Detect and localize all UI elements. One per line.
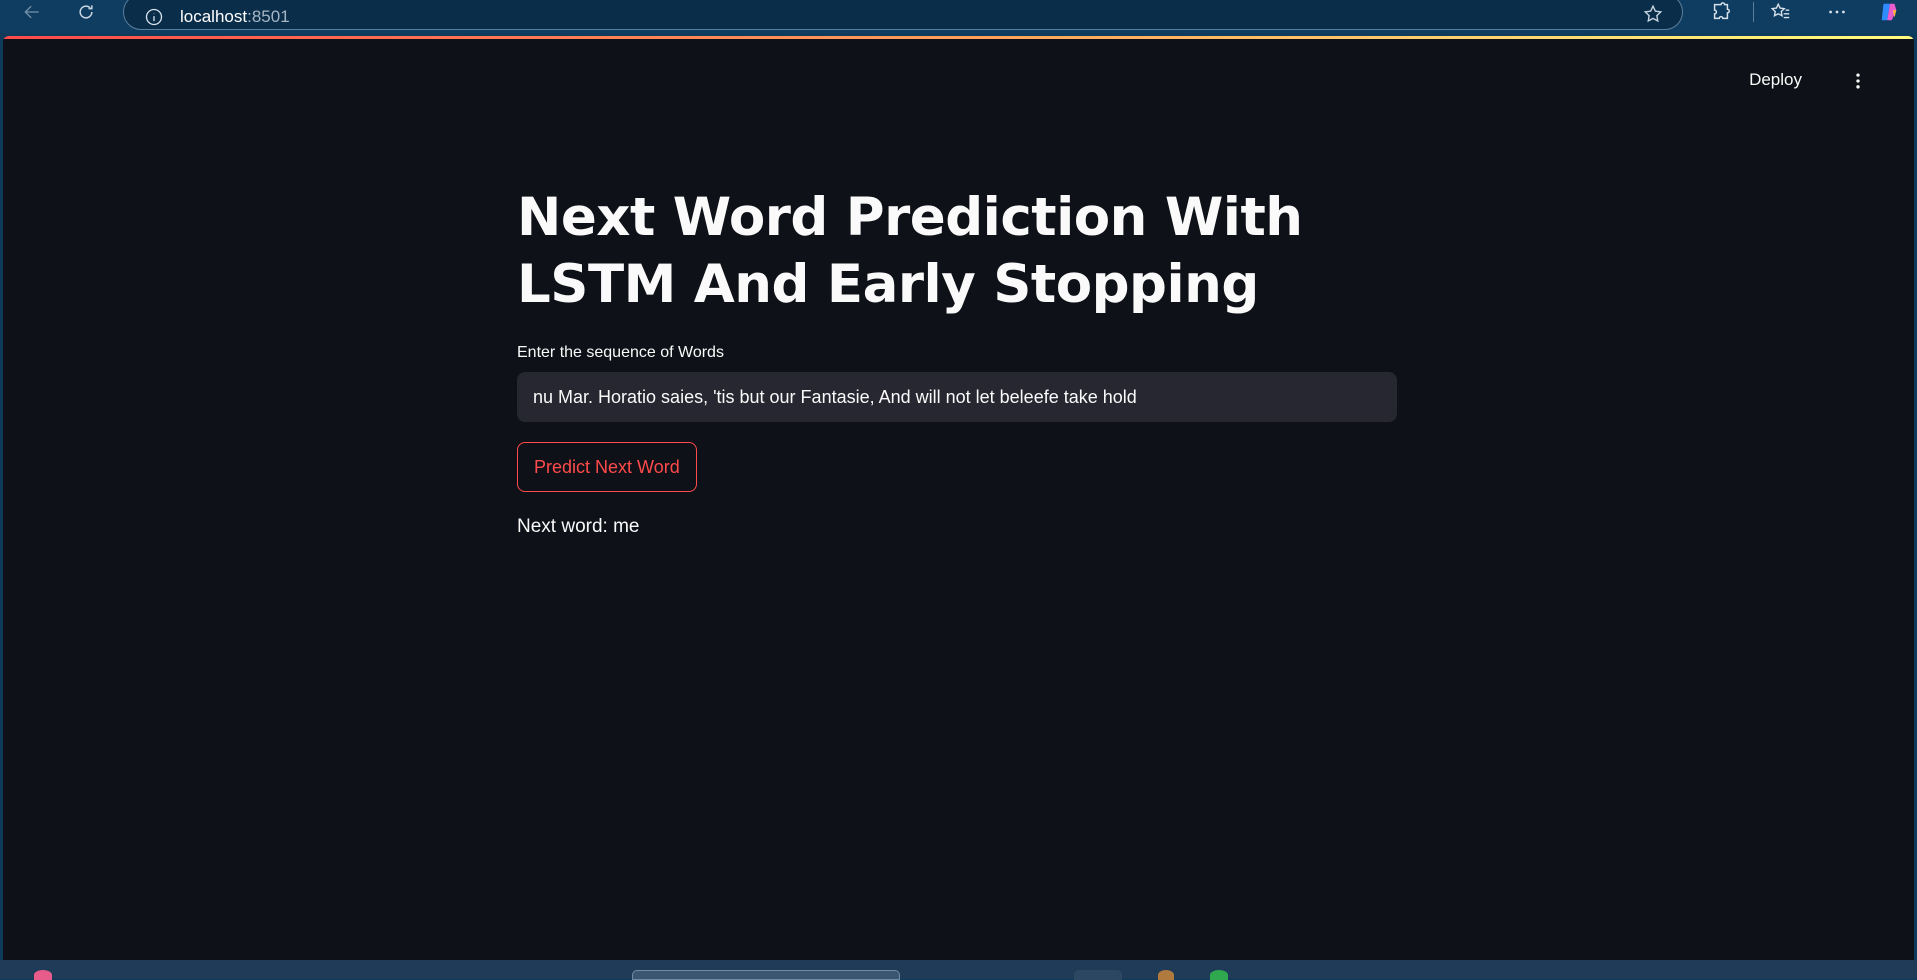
more-horizontal-icon [1829,10,1845,14]
favorites-button[interactable] [1766,0,1796,24]
reload-button[interactable] [72,0,100,24]
more-vertical-icon [1856,73,1860,89]
extensions-button[interactable] [1706,0,1736,24]
prediction-result: Next word: me [517,516,640,537]
reload-icon [79,5,93,19]
page-title: Next Word Prediction With LSTM And Early… [517,187,1303,315]
info-icon[interactable] [144,7,164,27]
toolbar-divider [1753,2,1754,22]
puzzle-icon [1713,2,1730,20]
url-text[interactable]: localhost:8501 [180,7,290,27]
top-decoration-bar [3,36,1914,39]
app-viewport: Deploy Next Word Prediction With LSTM An… [3,36,1914,960]
taskbar [0,960,1917,980]
more-button[interactable] [1822,0,1852,24]
deploy-button[interactable]: Deploy [1749,70,1802,90]
copilot-icon [1881,3,1897,21]
arrow-left-icon [24,5,39,19]
browser-toolbar: localhost:8501 [0,0,1917,33]
favorites-icon [1770,2,1790,19]
predict-next-word-button[interactable]: Predict Next Word [517,442,697,492]
main-menu-button[interactable] [1846,69,1870,93]
copilot-button[interactable] [1874,0,1904,24]
main-content: Next Word Prediction With LSTM And Early… [517,184,1401,538]
star-icon[interactable] [1642,3,1664,25]
word-sequence-input[interactable] [517,372,1397,422]
back-button[interactable] [18,0,46,24]
input-label: Enter the sequence of Words [517,344,724,361]
address-bar[interactable]: localhost:8501 [123,0,1683,30]
